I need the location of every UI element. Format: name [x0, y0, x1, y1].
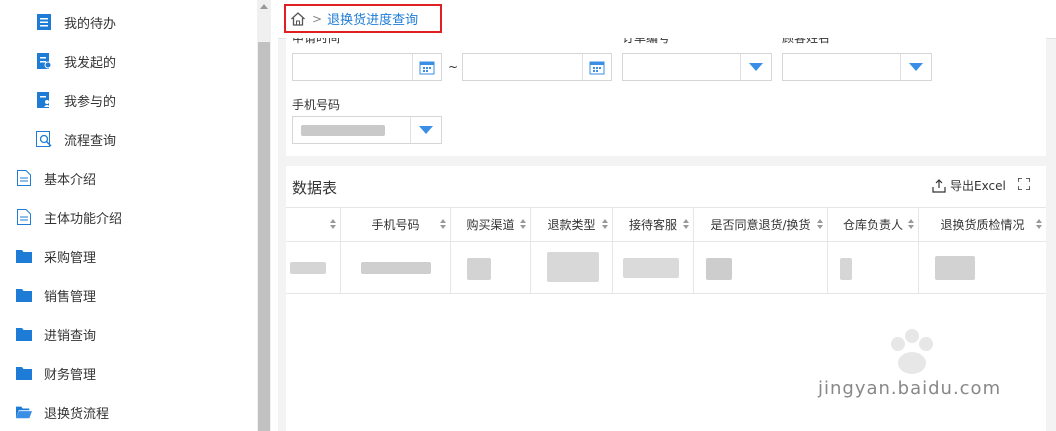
column-header-refund-type[interactable]: 退款类型: [531, 207, 613, 242]
fullscreen-icon[interactable]: [1018, 178, 1030, 190]
sidebar-item-label: 我的待办: [64, 16, 117, 32]
sort-icon[interactable]: [908, 219, 914, 229]
sidebar-item-label: 流程查询: [64, 133, 117, 149]
column-header-select[interactable]: [286, 207, 341, 242]
process-search-icon: [36, 131, 52, 147]
table-cell: [531, 242, 613, 294]
column-header-channel[interactable]: 购买渠道: [451, 207, 531, 242]
participated-icon: [36, 92, 52, 108]
column-header-phone[interactable]: 手机号码: [341, 207, 451, 242]
sidebar-item-label: 我发起的: [64, 55, 117, 71]
table-cell: [828, 242, 919, 294]
sidebar-item-sales[interactable]: 销售管理: [16, 283, 96, 307]
sidebar-item-label: 主体功能介绍: [44, 211, 123, 227]
breadcrumb-current[interactable]: 退换货进度查询: [327, 9, 418, 28]
chevron-down-icon[interactable]: [900, 54, 931, 80]
redacted-value: [301, 125, 385, 136]
sidebar-item-label: 退换货流程: [44, 406, 110, 422]
home-icon[interactable]: [290, 11, 306, 27]
column-header-warehouse-owner[interactable]: 仓库负责人: [828, 207, 919, 242]
apply-time-end-input[interactable]: [462, 53, 612, 81]
sidebar-item-my-todo[interactable]: 我的待办: [36, 10, 116, 34]
sidebar-item-process-search[interactable]: 流程查询: [36, 127, 116, 151]
calendar-icon[interactable]: [412, 54, 441, 80]
sidebar-item-finance[interactable]: 财务管理: [16, 361, 96, 385]
chevron-down-icon[interactable]: [410, 117, 441, 143]
folder-icon: [16, 248, 32, 264]
sort-icon[interactable]: [817, 219, 823, 229]
sort-icon[interactable]: [602, 219, 608, 229]
table-cell: [613, 242, 694, 294]
table-cell: [694, 242, 828, 294]
sidebar-item-inventory-query[interactable]: 进销查询: [16, 322, 96, 346]
column-header-service-agent[interactable]: 接待客服: [613, 207, 694, 242]
folder-icon: [16, 365, 32, 381]
sidebar: 我的待办 我发起的 我参与的 流程查询 基本介绍 主体功能介绍 采购管理 销售管…: [0, 0, 257, 431]
breadcrumb: > 退换货进度查询: [284, 4, 442, 33]
sidebar-item-label: 销售管理: [44, 289, 97, 305]
customer-name-label: 顾客姓名: [782, 38, 831, 45]
document-icon: [16, 170, 32, 186]
sidebar-item-main-features[interactable]: 主体功能介绍: [16, 205, 122, 229]
apply-time-label: 申请时间: [292, 38, 341, 45]
sidebar-scrollbar-thumb[interactable]: [258, 42, 270, 431]
sort-icon[interactable]: [330, 219, 336, 229]
column-header-agree-return[interactable]: 是否同意退货/换货: [694, 207, 828, 242]
scroll-up-arrow-icon[interactable]: [260, 4, 268, 9]
sidebar-item-label: 财务管理: [44, 367, 97, 383]
customer-name-select[interactable]: [782, 53, 932, 81]
table-cell: [341, 242, 451, 294]
document-icon: [16, 209, 32, 225]
chevron-down-icon[interactable]: [740, 54, 771, 80]
sidebar-item-initiated[interactable]: 我发起的: [36, 49, 116, 73]
phone-select[interactable]: [292, 116, 442, 144]
watermark-url: jingyan.baidu.com: [818, 378, 1002, 399]
folder-open-icon: [16, 404, 32, 420]
table-cell: [286, 242, 341, 294]
column-header-quality-check[interactable]: 退换货质检情况: [919, 207, 1046, 242]
order-no-label: 订单编号: [622, 38, 671, 45]
initiated-icon: [36, 53, 52, 69]
sidebar-item-returns-process[interactable]: 退换货流程: [16, 400, 109, 424]
folder-icon: [16, 326, 32, 342]
order-no-select[interactable]: [622, 53, 772, 81]
table-title: 数据表: [292, 179, 338, 197]
table-cell: [919, 242, 1046, 294]
sort-icon[interactable]: [520, 219, 526, 229]
phone-label: 手机号码: [292, 98, 341, 112]
export-icon: [932, 178, 946, 193]
sidebar-item-label: 采购管理: [44, 250, 97, 266]
sort-icon[interactable]: [1036, 219, 1042, 229]
sidebar-item-basic-intro[interactable]: 基本介绍: [16, 166, 96, 190]
table-cell: [451, 242, 531, 294]
sort-icon[interactable]: [440, 219, 446, 229]
range-separator: ~: [448, 60, 459, 74]
sidebar-item-label: 基本介绍: [44, 172, 97, 188]
sidebar-item-label: 进销查询: [44, 328, 97, 344]
sidebar-item-purchase[interactable]: 采购管理: [16, 244, 96, 268]
todo-list-icon: [36, 14, 52, 30]
sidebar-item-participated[interactable]: 我参与的: [36, 88, 116, 112]
export-excel-button[interactable]: 导出Excel: [932, 177, 1006, 194]
breadcrumb-separator: >: [312, 11, 323, 26]
export-label: 导出Excel: [950, 179, 1006, 193]
sort-icon[interactable]: [683, 219, 689, 229]
apply-time-start-input[interactable]: [292, 53, 442, 81]
sidebar-item-label: 我参与的: [64, 94, 117, 110]
calendar-icon[interactable]: [582, 54, 611, 80]
folder-icon: [16, 287, 32, 303]
